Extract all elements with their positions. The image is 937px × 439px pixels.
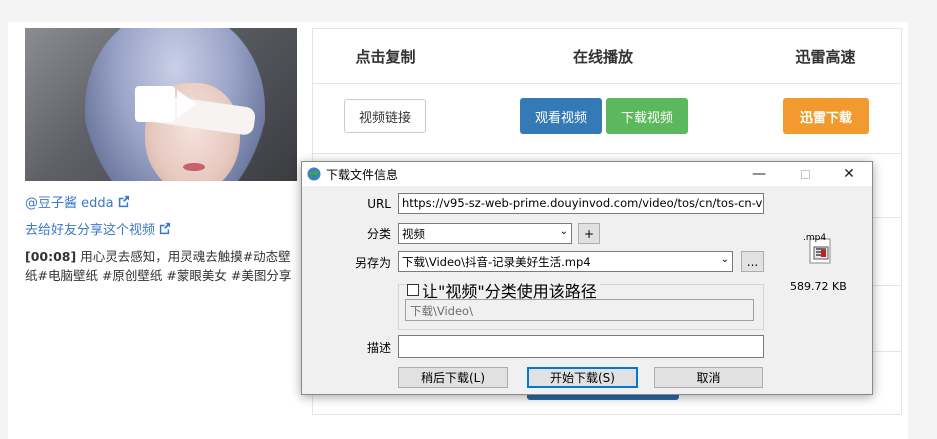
external-link-icon (118, 195, 129, 208)
description-label: 描述 (366, 341, 391, 355)
close-icon: ✕ (843, 166, 855, 182)
saveas-label: 另存为 (354, 256, 391, 270)
external-link-icon (159, 222, 171, 235)
category-select[interactable]: 视频 ⌄ (398, 223, 572, 244)
browse-button[interactable]: ... (741, 251, 764, 272)
url-label: URL (367, 197, 391, 211)
copy-link-button[interactable]: 视频链接 (344, 99, 426, 133)
saveas-select[interactable]: 下载\Video\抖音-记录美好生活.mp4 ⌄ (398, 251, 733, 272)
video-thumbnail[interactable] (25, 28, 297, 181)
category-path-field: 下载\Video\ (405, 299, 754, 321)
thunder-download-button[interactable]: 迅雷下载 (783, 98, 869, 134)
add-category-button[interactable]: + (578, 223, 600, 244)
maximize-icon (800, 169, 810, 179)
checkbox-icon (407, 284, 419, 296)
url-field[interactable]: https://v95-sz-web-prime.douyinvod.com/v… (398, 193, 764, 214)
idm-globe-icon (307, 167, 321, 181)
watch-video-button[interactable]: 观看视频 (520, 98, 602, 134)
file-extension: .mp4 (803, 233, 827, 243)
download-video-button[interactable]: 下载视频 (606, 98, 688, 134)
dialog-titlebar[interactable]: 下载文件信息 — ✕ (302, 162, 872, 186)
video-description: [00:08] 用心灵去感知，用灵魂去触摸#动态壁纸#电脑壁纸 #原创壁纸 #蒙… (25, 249, 292, 283)
maximize-button (782, 162, 828, 186)
minimize-icon: — (752, 166, 766, 182)
cancel-button[interactable]: 取消 (654, 367, 763, 388)
author-link[interactable]: @豆子酱 edda (25, 192, 130, 211)
dialog-title: 下载文件信息 (326, 168, 399, 182)
category-label: 分类 (366, 227, 391, 241)
start-download-button[interactable]: 开始下载(S) (527, 367, 638, 388)
chevron-down-icon: ⌄ (559, 226, 568, 237)
video-camera-icon (135, 86, 175, 122)
share-link[interactable]: 去给好友分享这个视频 (25, 219, 171, 238)
file-size: 589.72 KB (790, 280, 847, 293)
mp4-file-icon: .mp4 (802, 233, 834, 265)
minimize-button[interactable]: — (736, 162, 782, 186)
download-later-button[interactable]: 稍后下载(L) (398, 367, 508, 388)
header-copy: 点击复制 (355, 47, 416, 66)
header-thunder: 迅雷高速 (795, 47, 856, 66)
close-button[interactable]: ✕ (826, 162, 872, 186)
header-play: 在线播放 (572, 47, 633, 66)
chevron-down-icon: ⌄ (720, 254, 729, 265)
description-field[interactable] (398, 335, 764, 358)
